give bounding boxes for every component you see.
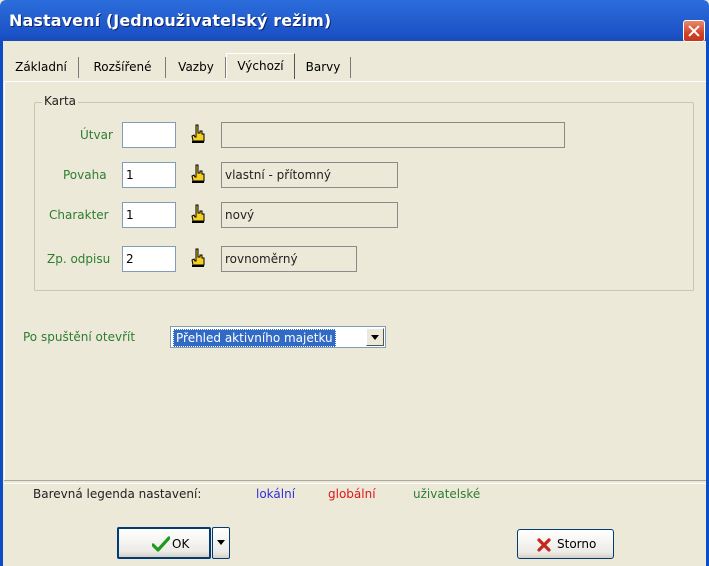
tab-vazby[interactable]: Vazby bbox=[167, 57, 226, 78]
storno-button[interactable]: Storno bbox=[517, 529, 614, 559]
color-legend-label: Barevná legenda nastavení: bbox=[33, 487, 202, 501]
zp-odpisu-description: rovnoměrný bbox=[221, 246, 357, 272]
ok-label: OK bbox=[172, 537, 190, 551]
hand-pointer-icon[interactable] bbox=[190, 204, 206, 224]
povaha-input[interactable]: 1 bbox=[122, 162, 176, 188]
window-border-left bbox=[0, 41, 3, 566]
select-dropdown-button[interactable] bbox=[366, 328, 384, 346]
tab-rozsirene[interactable]: Rozšířené bbox=[80, 57, 166, 78]
title-bar: Nastavení (Jednouživatelský režim) bbox=[0, 0, 709, 42]
hand-pointer-icon[interactable] bbox=[190, 248, 206, 268]
tab-zakladni[interactable]: Základní bbox=[4, 57, 79, 78]
zp-odpisu-label: Zp. odpisu bbox=[47, 252, 111, 266]
karta-legend: Karta bbox=[42, 94, 79, 108]
povaha-label: Povaha bbox=[63, 168, 107, 182]
storno-label: Storno bbox=[557, 537, 597, 551]
utvar-input[interactable] bbox=[122, 122, 176, 148]
tab-barvy[interactable]: Barvy bbox=[296, 57, 351, 78]
legend-user: uživatelské bbox=[413, 487, 481, 501]
utvar-label: Útvar bbox=[80, 128, 113, 142]
utvar-description bbox=[221, 122, 565, 148]
startup-label: Po spuštění otevřít bbox=[23, 330, 136, 344]
footer-separator bbox=[4, 480, 706, 484]
chevron-down-icon bbox=[217, 540, 225, 545]
legend-local: lokální bbox=[256, 487, 296, 501]
checkmark-icon bbox=[152, 536, 170, 552]
close-button[interactable] bbox=[683, 20, 705, 42]
povaha-description: vlastní - přítomný bbox=[221, 162, 398, 188]
chevron-down-icon bbox=[371, 335, 379, 340]
startup-select[interactable]: Přehled aktivního majetku bbox=[170, 326, 386, 348]
zp-odpisu-input[interactable]: 2 bbox=[122, 246, 176, 272]
ok-dropdown-button[interactable] bbox=[212, 527, 230, 559]
legend-global: globální bbox=[328, 487, 376, 501]
charakter-input[interactable]: 1 bbox=[122, 202, 176, 228]
startup-selected-value: Přehled aktivního majetku bbox=[173, 329, 336, 347]
hand-pointer-icon[interactable] bbox=[190, 124, 206, 144]
charakter-label: Charakter bbox=[49, 208, 109, 222]
charakter-description: nový bbox=[221, 202, 398, 228]
cross-icon bbox=[537, 538, 551, 552]
window-title: Nastavení (Jednouživatelský režim) bbox=[9, 11, 332, 30]
hand-pointer-icon[interactable] bbox=[190, 164, 206, 184]
tab-vychozi[interactable]: Výchozí bbox=[226, 53, 295, 79]
ok-button[interactable]: OK bbox=[117, 527, 211, 559]
